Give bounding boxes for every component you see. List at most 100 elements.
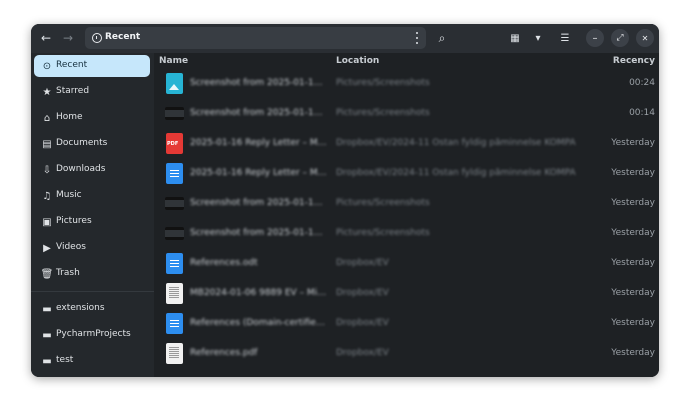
document-icon: ▤ [42,138,52,150]
video-icon: ▶ [43,242,51,254]
sidebar-item-pictures[interactable]: ▣ Pictures [34,211,150,233]
sidebar-item-test[interactable]: ▬ test [34,350,150,372]
sidebar-item-label: Recent [56,60,88,70]
maximize-icon: ⤢ [616,33,624,43]
file-row[interactable]: References (Domain-certified ... Dropbox… [154,309,659,339]
sidebar-item-music[interactable]: ♫ Music [34,185,150,207]
file-recency: Yesterday [611,258,655,268]
sidebar-item-documents[interactable]: ▤ Documents [34,133,150,155]
file-location: Pictures/Screenshots [336,108,430,118]
sidebar-item-label: Downloads [56,164,106,174]
trash-icon: 🗑 [40,268,54,280]
file-name: Screenshot from 2025-01-17 0... [190,108,328,118]
location-menu-icon[interactable] [414,31,420,45]
file-row[interactable]: References.odt Dropbox/EV Yesterday [154,249,659,279]
paper-document-icon [166,283,183,304]
file-location: Dropbox/EV [336,258,389,268]
file-row[interactable]: Screenshot from 2025-01-17 0... Pictures… [154,99,659,129]
document-file-icon [166,253,183,274]
search-icon: ⌕ [438,30,446,45]
file-list: Name Location Recency Screenshot from 20… [154,53,659,377]
file-location: Dropbox/EV/2024-11 Ostan fyldig påminnel… [336,138,576,148]
sidebar-item-label: Pictures [56,216,92,226]
sidebar-item-label: Starred [56,86,90,96]
picture-icon: ▣ [42,216,52,228]
home-icon: ⌂ [43,112,51,124]
column-header-recency[interactable]: Recency [613,56,655,66]
sidebar-item-label: PycharmProjects [56,329,131,339]
file-row[interactable]: References.pdf Dropbox/EV Yesterday [154,339,659,369]
screenshot-thumbnail-icon [165,227,184,240]
back-button[interactable]: ← [36,28,56,48]
grid-view-icon: ▦ [510,32,520,44]
minimize-icon: – [592,32,598,44]
file-name: References.odt [190,258,258,268]
forward-button[interactable]: → [58,28,78,48]
view-options-button[interactable]: ▾ [528,28,548,48]
file-row[interactable]: 2025-01-16 Reply Letter – Mike... Dropbo… [154,159,659,189]
screenshot-thumbnail-icon [165,107,184,120]
file-name: Screenshot from 2025-01-16 1... [190,198,328,208]
file-name: 2025-01-16 Reply Letter – Mike... [190,138,328,148]
file-row[interactable]: Screenshot from 2025-01-17 0... Pictures… [154,69,659,99]
file-row[interactable]: PDF 2025-01-16 Reply Letter – Mike... Dr… [154,129,659,159]
sidebar-item-extensions[interactable]: ▬ extensions [34,298,150,320]
image-file-icon [166,73,183,94]
close-icon: ✕ [641,33,649,43]
header-bar: ← → Recent ⌕ ▦ ▾ ☰ – ⤢ ✕ [31,24,659,53]
search-button[interactable]: ⌕ [432,28,452,48]
star-icon: ★ [42,86,52,98]
recent-clock-icon [92,33,102,43]
minimize-button[interactable]: – [586,29,604,47]
sidebar-item-trash[interactable]: 🗑 Trash [34,263,150,285]
file-row[interactable]: Screenshot from 2025-01-16 1... Pictures… [154,189,659,219]
file-location: Dropbox/EV [336,348,389,358]
main-menu-button[interactable]: ☰ [555,28,575,48]
forward-arrow-icon: → [62,31,74,45]
close-button[interactable]: ✕ [636,29,654,47]
file-location: Dropbox/EV/2024-11 Ostan fyldig påminnel… [336,168,576,178]
file-recency: Yesterday [611,138,655,148]
file-recency: 00:14 [629,108,655,118]
document-file-icon [166,163,183,184]
clock-icon: ⊙ [42,60,52,72]
document-file-icon [166,313,183,334]
paper-document-icon [166,343,183,364]
file-name: Screenshot from 2025-01-16 1... [190,228,328,238]
file-row[interactable]: MB2024-01-06 9889 EV – Mike... Dropbox/E… [154,279,659,309]
chevron-down-icon: ▾ [535,32,541,44]
sidebar-separator [31,291,154,292]
file-location: Pictures/Screenshots [336,198,430,208]
sidebar-item-home[interactable]: ⌂ Home [34,107,150,129]
sidebar-item-videos[interactable]: ▶ Videos [34,237,150,259]
file-recency: Yesterday [611,168,655,178]
file-name: References.pdf [190,348,258,358]
file-recency: Yesterday [611,288,655,298]
sidebar-item-label: Documents [56,138,108,148]
file-name: References (Domain-certified ... [190,318,328,328]
download-icon: ⇩ [42,164,52,176]
sidebar-item-label: Home [56,112,83,122]
sidebar-item-label: Music [56,190,82,200]
folder-icon: ▬ [42,303,52,315]
file-row[interactable]: Screenshot from 2025-01-16 1... Pictures… [154,219,659,249]
maximize-button[interactable]: ⤢ [611,29,629,47]
file-recency: Yesterday [611,348,655,358]
file-recency: Yesterday [611,318,655,328]
column-header-location[interactable]: Location [336,56,379,66]
sidebar-item-starred[interactable]: ★ Starred [34,81,150,103]
file-recency: 00:24 [629,78,655,88]
location-bar[interactable]: Recent [85,27,426,49]
folder-icon: ▬ [42,329,52,341]
sidebar-item-recent[interactable]: ⊙ Recent [34,55,150,77]
file-recency: Yesterday [611,198,655,208]
column-header-name[interactable]: Name [159,56,188,66]
file-location: Dropbox/EV [336,288,389,298]
file-location: Pictures/Screenshots [336,228,430,238]
sidebar-item-downloads[interactable]: ⇩ Downloads [34,159,150,181]
sidebar-item-label: test [56,355,74,365]
view-grid-button[interactable]: ▦ [505,28,525,48]
file-manager-window: ← → Recent ⌕ ▦ ▾ ☰ – ⤢ ✕ ⊙ Recent ★ Star… [31,24,659,377]
hamburger-menu-icon: ☰ [560,32,570,44]
sidebar-item-pycharmprojects[interactable]: ▬ PycharmProjects [34,324,150,346]
